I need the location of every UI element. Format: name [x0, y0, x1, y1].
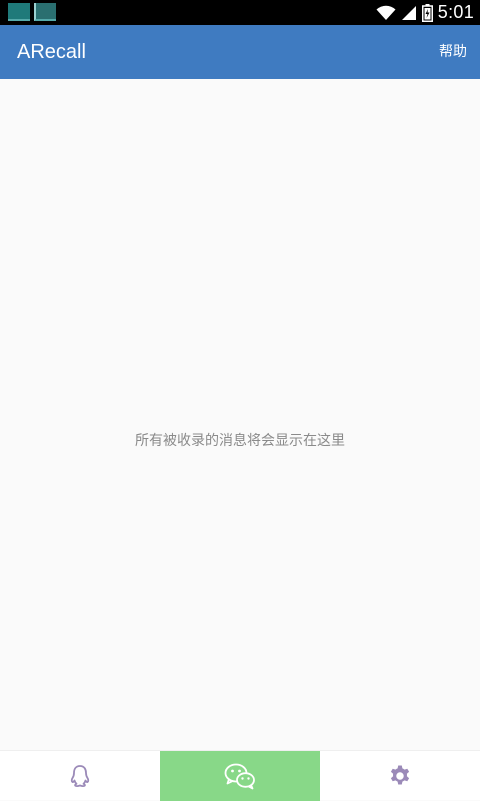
wechat-icon	[224, 762, 256, 790]
message-list[interactable]: 所有被收录的消息将会显示在这里	[0, 79, 480, 750]
tab-settings[interactable]	[320, 751, 480, 801]
notification-icons	[8, 3, 56, 21]
signal-icon	[401, 5, 417, 21]
status-right: 5:01	[376, 0, 474, 25]
status-time: 5:01	[437, 2, 474, 22]
notification-icon	[8, 3, 30, 21]
bottom-navigation	[0, 750, 480, 801]
app-bar: ARecall 帮助	[0, 25, 480, 79]
qq-icon	[69, 764, 91, 788]
app-title: ARecall	[17, 41, 86, 63]
tab-qq[interactable]	[0, 751, 160, 801]
notification-icon	[34, 3, 56, 21]
empty-hint: 所有被收录的消息将会显示在这里	[135, 433, 345, 449]
battery-icon	[421, 3, 433, 22]
gear-icon	[388, 764, 412, 788]
tab-wechat[interactable]	[160, 751, 320, 801]
help-button[interactable]: 帮助	[439, 25, 467, 79]
status-bar: 5:01	[0, 0, 480, 25]
wifi-icon	[376, 5, 396, 21]
